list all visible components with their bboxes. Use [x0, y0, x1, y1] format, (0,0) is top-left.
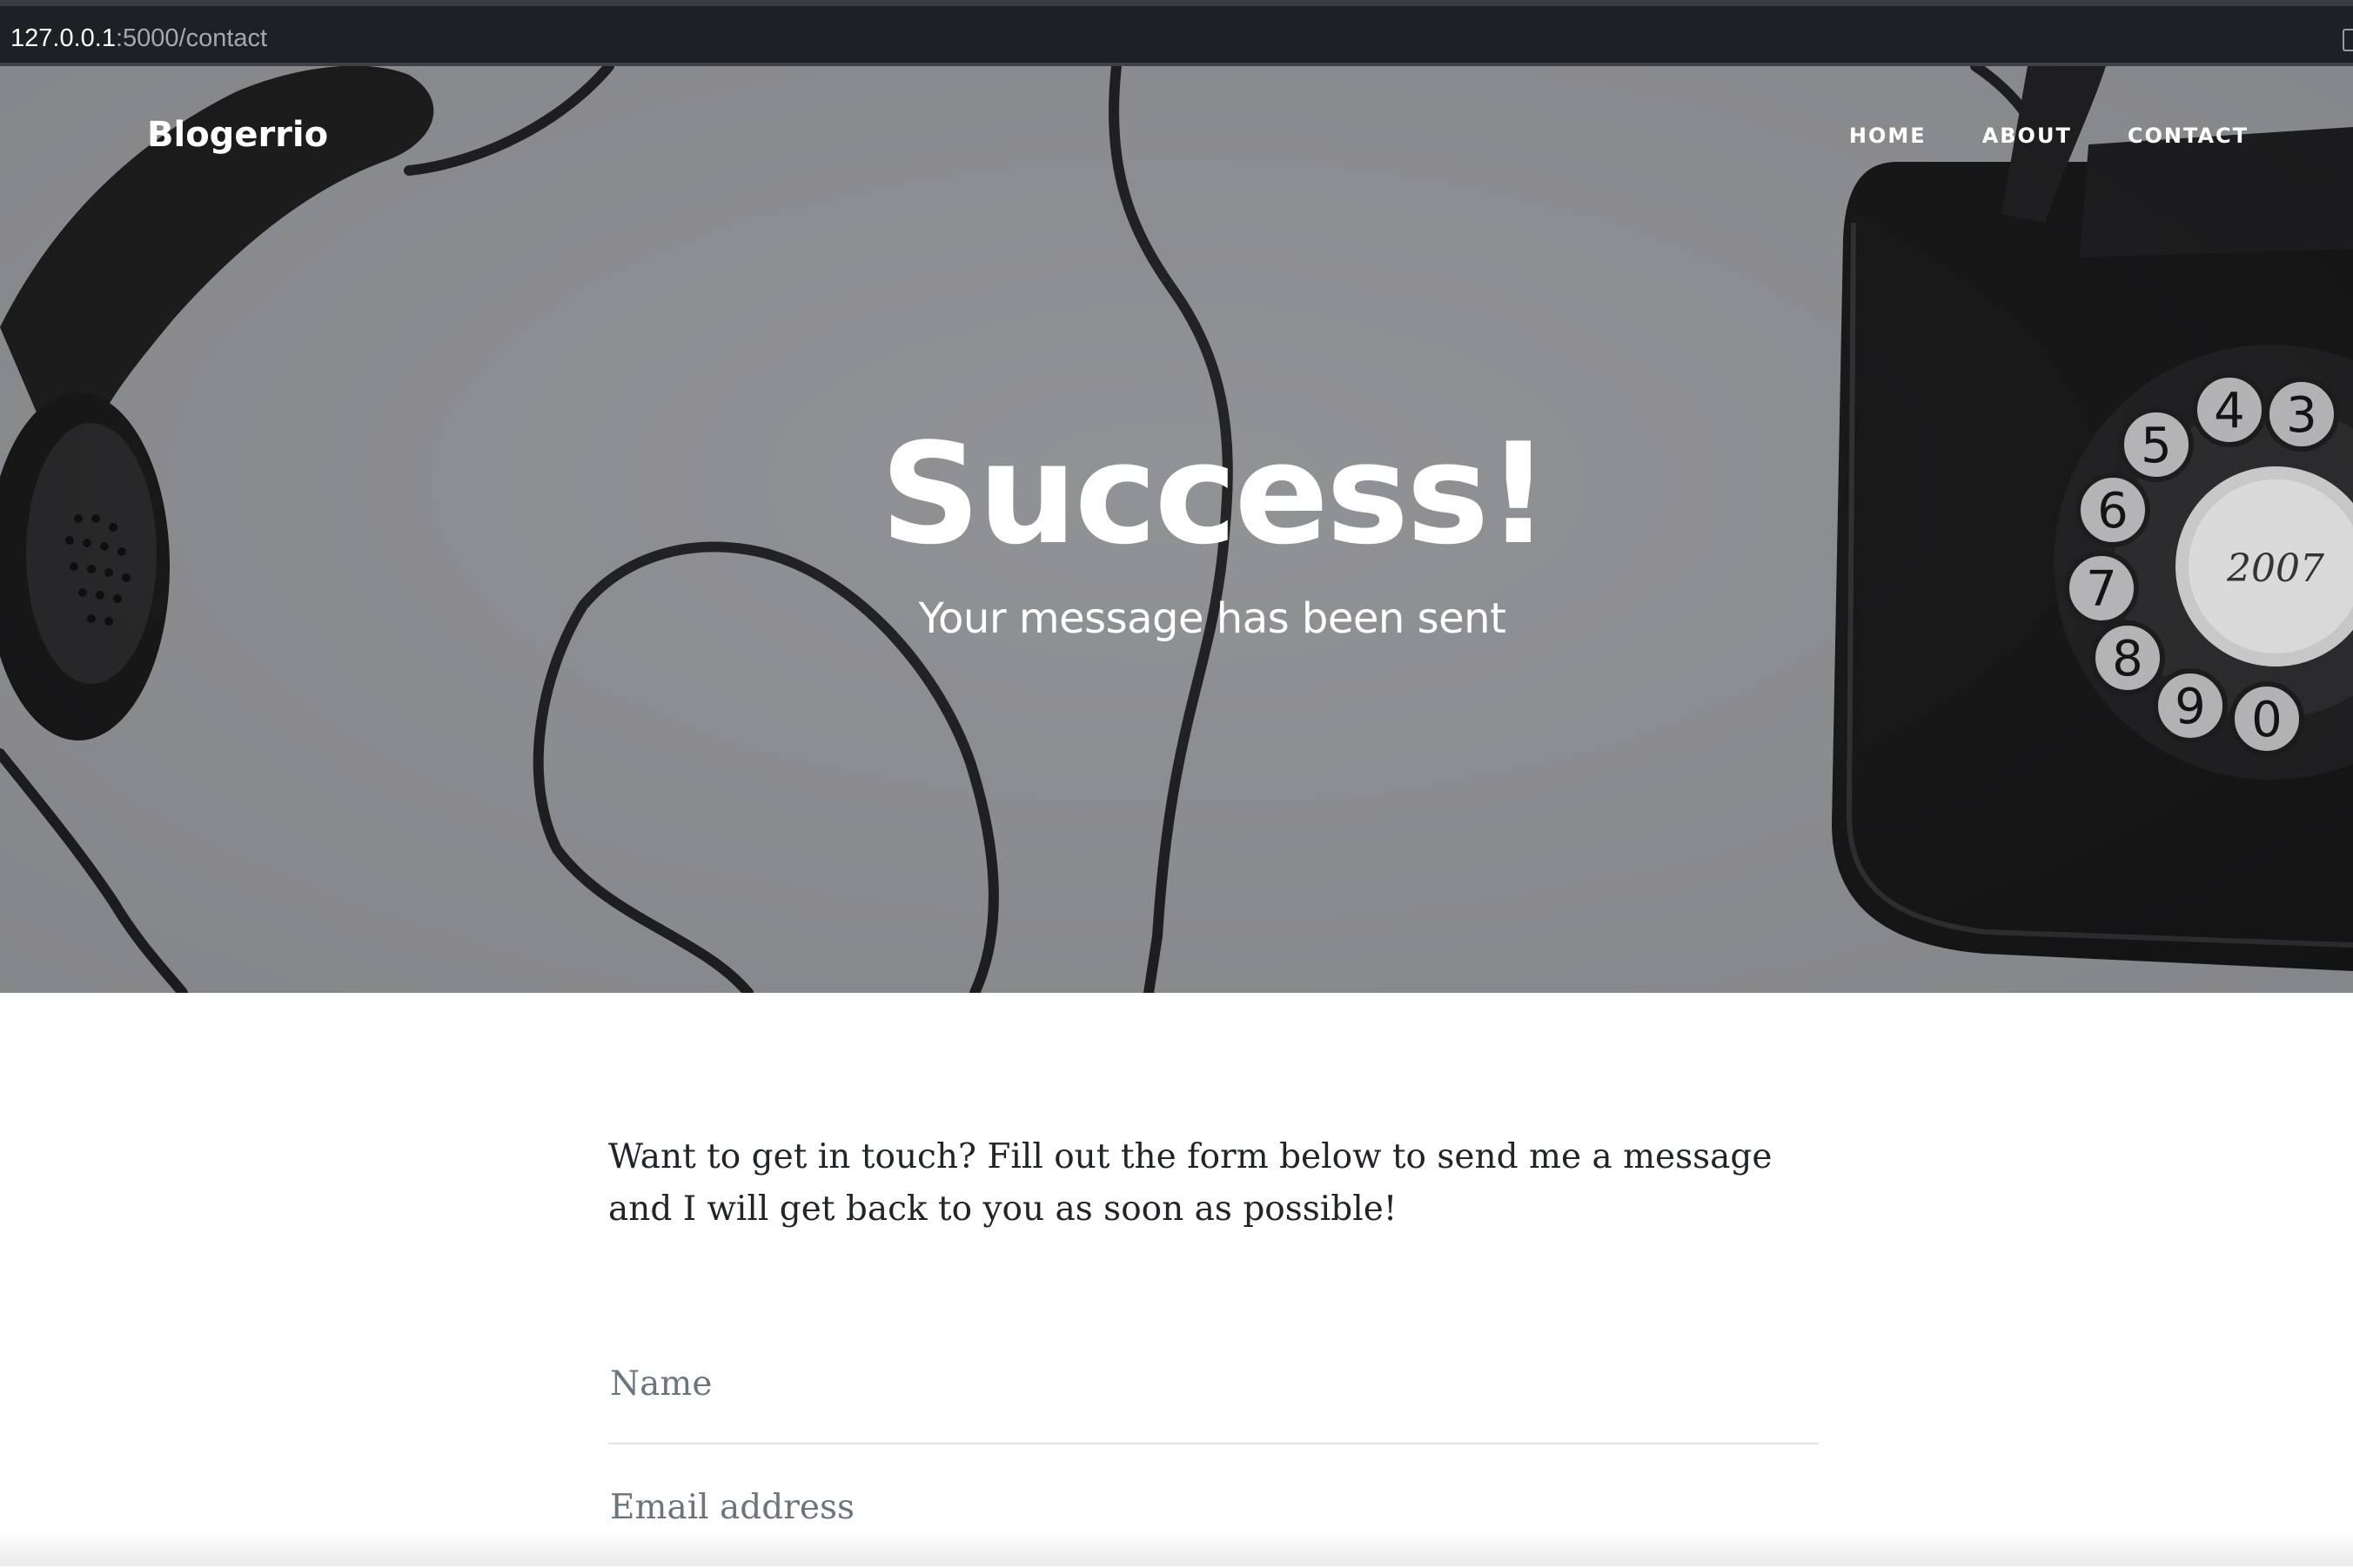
name-input[interactable] [610, 1323, 1811, 1444]
url-field[interactable]: 127.0.0.1:5000/contact [10, 23, 267, 53]
nav-link-contact[interactable]: CONTACT [2128, 124, 2249, 148]
hero-header: 543 678 90 2007 Blogerrio HOME ABOUT CON… [0, 66, 2353, 993]
page-icon[interactable] [2343, 29, 2353, 51]
url-path: :5000/contact [115, 24, 268, 52]
browser-address-bar: 127.0.0.1:5000/contact [0, 0, 2353, 66]
url-host: 127.0.0.1 [10, 24, 116, 52]
contact-intro-text: Want to get in touch? Fill out the form … [608, 1137, 1773, 1229]
nav-link-home[interactable]: HOME [1849, 124, 1927, 148]
main-nav: HOME ABOUT CONTACT [1793, 124, 2249, 148]
page-subtitle: Your message has been sent [918, 594, 1506, 643]
bottom-fade [0, 1531, 2353, 1566]
name-field-wrapper [608, 1323, 1818, 1444]
nav-link-about[interactable]: ABOUT [1982, 124, 2072, 148]
brand-logo[interactable]: Blogerrio [147, 115, 328, 155]
page-title: Success! [880, 412, 1551, 575]
